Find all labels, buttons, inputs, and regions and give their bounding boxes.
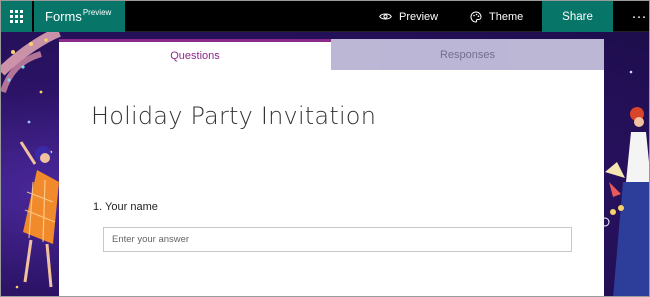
app-brand[interactable]: Forms Preview [34,1,125,32]
preview-button[interactable]: Preview [379,1,438,32]
tab-questions[interactable]: Questions [59,39,331,70]
form-card: Questions Responses Holiday Party Invita… [59,39,604,296]
more-icon[interactable]: ··· [629,1,649,32]
app-badge: Preview [82,8,112,17]
waffle-icon [10,10,23,23]
answer-input[interactable] [103,227,572,252]
tab-responses[interactable]: Responses [331,39,604,70]
palette-icon [470,10,482,23]
question-label: 1. Your name [93,201,158,213]
app-launcher-button[interactable] [1,1,32,32]
theme-label: Theme [489,10,524,23]
theme-button[interactable]: Theme [470,1,523,32]
app-name: Forms [45,9,82,24]
preview-label: Preview [399,10,439,23]
share-button[interactable]: Share [542,1,613,32]
form-tabs: Questions Responses [59,39,604,70]
eye-icon [379,13,392,20]
question-number: 1. [93,201,103,213]
question-text: Your name [105,201,158,213]
top-bar: Forms Preview Preview Theme Share ··· [1,1,649,32]
form-title[interactable]: Holiday Party Invitation [91,102,376,130]
forms-window: Forms Preview Preview Theme Share ··· Qu… [0,0,650,297]
